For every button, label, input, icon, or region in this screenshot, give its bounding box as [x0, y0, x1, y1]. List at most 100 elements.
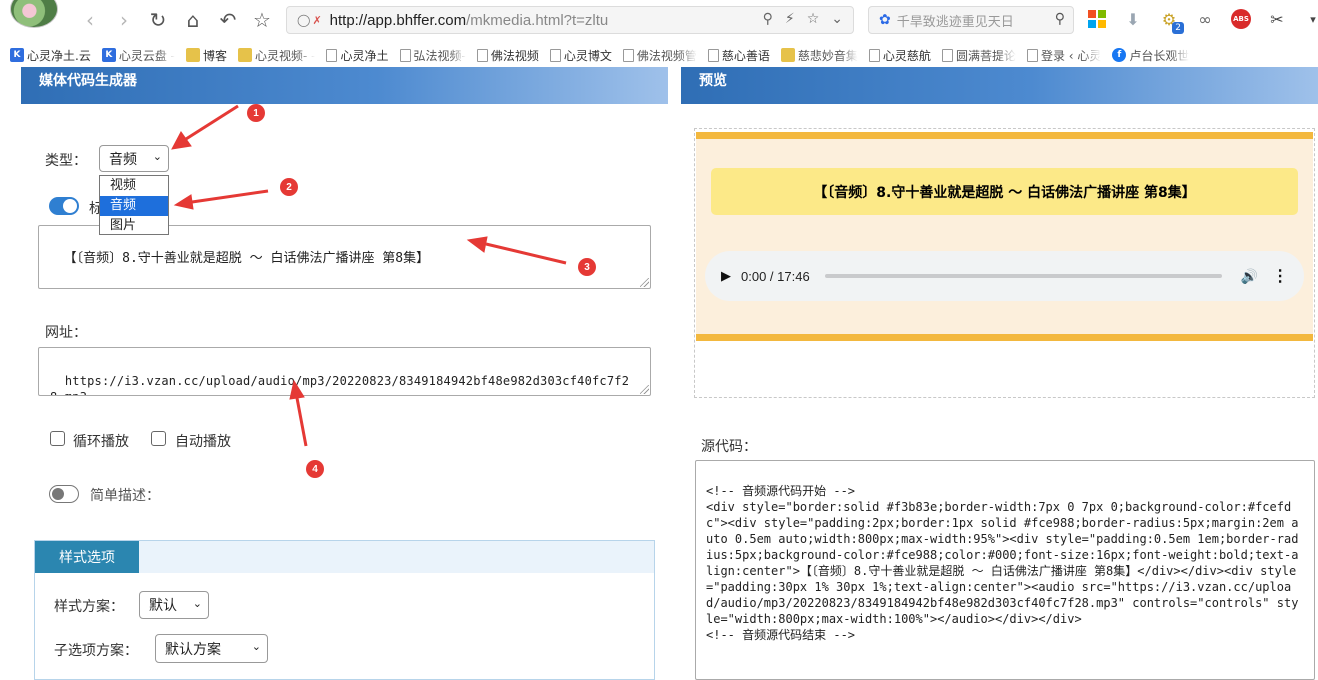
annotation-marker-3: 3 [578, 258, 596, 276]
type-select[interactable]: 音频 ⌄ [99, 145, 169, 172]
generator-header: 媒体代码生成器 [21, 67, 668, 104]
resize-grip[interactable] [640, 385, 649, 394]
zoom-search-icon[interactable]: ⚲ [763, 11, 773, 27]
bookmark-item[interactable]: 心灵视频- - [238, 47, 315, 64]
bookmark-item[interactable]: 心灵慈航 [868, 47, 931, 64]
bookmark-item[interactable]: f 卢台长观世 [1112, 47, 1189, 64]
resize-grip[interactable] [640, 278, 649, 287]
bookmark-item[interactable]: 心灵博文 [549, 47, 612, 64]
autoplay-checkbox[interactable] [151, 431, 166, 446]
adblock-icon[interactable]: ABS [1230, 8, 1252, 30]
chevron-down-icon[interactable]: ⌄ [831, 11, 843, 27]
audio-progress-track[interactable] [824, 274, 1222, 278]
type-select-value: 音频 [109, 151, 137, 168]
bookmark-item[interactable]: 博客 [185, 47, 227, 64]
bookmark-item[interactable]: 弘法视频- [399, 47, 466, 64]
security-shield-icon[interactable]: ◯ [297, 13, 310, 27]
play-icon[interactable]: ▶ [721, 268, 731, 284]
home-icon[interactable]: ⌂ [181, 8, 205, 32]
bookmark-label: 卢台长观世 [1129, 48, 1190, 63]
preview-title: 【〔音频〕8.守十善业就是超脱 ～ 白话佛法广播讲座 第8集】 [711, 168, 1298, 215]
scissors-icon[interactable]: ✂ [1266, 8, 1288, 30]
bookmark-label: 弘法视频- [413, 48, 466, 63]
arrow-2 [173, 189, 269, 210]
bookmark-label: 佛法视频管 [636, 48, 697, 63]
bookmark-item[interactable]: 圆满菩提论 [941, 47, 1016, 64]
more-options-icon[interactable]: ⋮ [1272, 266, 1288, 286]
url-textarea[interactable]: https://i3.vzan.cc/upload/audio/mp3/2022… [38, 347, 651, 396]
sub-scheme-value: 默认方案 [165, 641, 221, 658]
address-bar[interactable]: ◯ ✗ http://app.bhffer.com/mkmedia.html?t… [286, 6, 854, 34]
facebook-icon: f [1112, 48, 1127, 62]
download-icon[interactable]: ⬇ [1122, 8, 1144, 30]
search-placeholder: 千旱致逃迹重见天日 [896, 14, 1014, 30]
browser-toolbar: ‹ › ↻ ⌂ ↶ ☆ ◯ ✗ http://app.bhffer.com/mk… [0, 0, 1318, 42]
insecure-icon: ✗ [312, 13, 322, 27]
page-icon [941, 48, 953, 62]
search-box[interactable]: ✿ 千旱致逃迹重见天日 ⚲ [868, 6, 1074, 34]
audio-player[interactable]: ▶ 0:00 / 17:46 🔊 ⋮ [705, 251, 1304, 301]
source-code-textarea[interactable]: <!-- 音频源代码开始 --> <div style="border:soli… [695, 460, 1315, 680]
apps-grid-icon[interactable] [1086, 8, 1108, 30]
image-icon [780, 48, 795, 62]
bookmark-label: 心灵博文 [563, 48, 612, 63]
type-label: 类型： [45, 153, 87, 169]
description-label: 简单描述： [90, 488, 160, 504]
bookmark-item[interactable]: 心灵净土 [326, 47, 389, 64]
type-option-image[interactable]: 图片 [100, 216, 168, 236]
forward-icon[interactable]: › [112, 8, 136, 32]
extension-icon[interactable]: ⚙ 2 [1158, 8, 1184, 34]
loop-label: 循环播放 [73, 434, 129, 450]
bookmark-label: 心灵视频- - [255, 48, 316, 63]
bookmark-label: 心灵云盘 - [118, 48, 175, 63]
style-scheme-label: 样式方案： [54, 599, 124, 615]
audio-time: 0:00 / 17:46 [741, 268, 810, 284]
back-icon[interactable]: ‹ [78, 8, 102, 32]
address-actions: ⚲ ⚡ ☆ ⌄ [763, 11, 843, 27]
bookmark-label: 心灵净土 [340, 48, 389, 63]
search-icon[interactable]: ⚲ [1055, 11, 1065, 27]
loop-checkbox[interactable] [50, 431, 65, 446]
bookmark-label: 慈心善语 [721, 48, 770, 63]
bookmark-item[interactable]: 慈心善语 [707, 47, 770, 64]
vpn-icon[interactable]: ∞ [1194, 8, 1216, 30]
sub-scheme-select[interactable]: 默认方案 ⌄ [155, 634, 268, 663]
type-option-audio[interactable]: 音频 [100, 196, 168, 216]
volume-icon[interactable]: 🔊 [1241, 268, 1258, 285]
bookmark-label: 博客 [202, 48, 227, 63]
page-icon [622, 48, 634, 62]
bookmark-item[interactable]: 佛法视频管 [622, 47, 697, 64]
url-value: https://i3.vzan.cc/upload/audio/mp3/2022… [50, 374, 630, 395]
title-toggle[interactable] [49, 197, 79, 215]
favorite-icon[interactable]: ☆ [807, 11, 820, 27]
undo-icon[interactable]: ↶ [216, 8, 240, 32]
page-icon [549, 48, 561, 62]
address-url[interactable]: http://app.bhffer.com/mkmedia.html?t=zlt… [330, 12, 609, 29]
chevron-down-icon: ⌄ [251, 640, 261, 653]
bookmark-star-icon[interactable]: ☆ [250, 8, 274, 32]
chevron-down-icon: ⌄ [192, 597, 202, 610]
lightning-icon[interactable]: ⚡ [785, 11, 795, 27]
description-toggle[interactable] [49, 485, 79, 503]
image-icon [185, 48, 200, 62]
type-option-video[interactable]: 视频 [100, 176, 168, 196]
bookmark-item[interactable]: 佛法视频 [476, 47, 539, 64]
sub-scheme-label: 子选项方案： [54, 643, 138, 659]
bookmark-item[interactable]: K 心灵净土.云 [10, 47, 91, 64]
page-icon [707, 48, 719, 62]
type-dropdown[interactable]: 视频 音频 图片 [99, 175, 169, 235]
reload-icon[interactable]: ↻ [146, 8, 170, 32]
page-icon [326, 48, 338, 62]
menu-chevron-icon[interactable]: ▾ [1302, 8, 1318, 30]
url-host: http://app.bhffer.com [329, 11, 467, 29]
bookmark-item[interactable]: 登录 ‹ 心灵 [1026, 47, 1102, 64]
k-icon: K [10, 48, 24, 62]
page-icon [476, 48, 488, 62]
tab-style-options[interactable]: 样式选项 [35, 541, 139, 573]
bookmark-item[interactable]: 慈悲妙音集 [780, 47, 858, 64]
bookmark-label: 登录 ‹ 心灵 [1040, 48, 1102, 63]
arrow-1 [171, 104, 239, 150]
bookmark-item[interactable]: K 心灵云盘 - [101, 47, 175, 64]
profile-avatar[interactable] [10, 0, 58, 28]
style-scheme-select[interactable]: 默认 ⌄ [139, 591, 209, 619]
